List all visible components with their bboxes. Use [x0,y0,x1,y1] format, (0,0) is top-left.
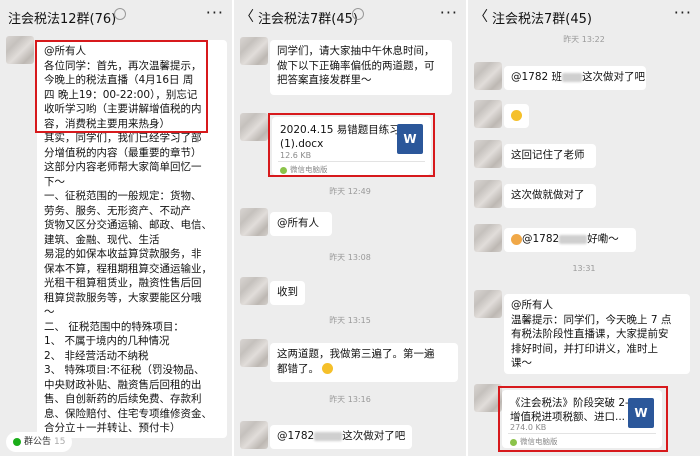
avatar[interactable] [240,37,268,65]
message-text: @1782 好嘞～ [511,232,629,247]
timestamp: 13:31 [572,264,596,273]
redacted-name [562,72,583,82]
message-line: 排好时间，并打印讲义，准时上 [511,342,658,355]
chat-panel-1: 注会税法12群(76) ··· @所有人 各位同学：首先，再次温馨提示， 今晚上… [0,0,232,456]
chat-title: 注会税法7群(45) [258,12,358,27]
message-line: 课～ [511,357,532,369]
message-line: 同学们，请大家抽中午休息时间， [277,45,435,57]
message-line: 做下以下正确率偏低的两道题，可 [277,59,435,72]
message-text: 这回记住了老师 [511,149,585,161]
message-line: 租算贷款服务等，大家要能区分哦 [44,291,202,304]
message-line: 易混的如保本收益算贷款服务，非 [44,248,202,260]
chat-header: 注会税法12群(76) ··· [0,0,232,30]
message-line: 这部分内容老师帮大家简单回忆一 [44,161,202,173]
timestamp: 昨天 13:16 [329,395,371,404]
message-bubble[interactable]: 收到 [270,281,305,305]
message-text: 收到 [277,286,298,298]
message-line: 3、 特殊项目:不征税（罚没物品、 [44,364,205,376]
message-text: @1782 班这次做对了吧 [511,71,646,83]
notice-count: 15 [54,437,66,447]
chat-title: 注会税法7群(45) [492,12,592,27]
avatar[interactable] [474,290,502,318]
message-line: 光租干租算租赁业，融资性售后回 [44,277,202,289]
more-options-icon[interactable]: ··· [206,3,224,22]
mute-icon [352,8,364,20]
message-line: 建筑、金融、现代、生活 [44,233,160,246]
chat-header: 〈 注会税法7群(45) ··· [234,0,466,30]
message-bubble[interactable]: @所有人 温馨提示：同学们，今天晚上 7 点 有税法阶段性直播课，大家提前安 排… [504,294,690,374]
avatar[interactable] [474,62,502,90]
smile-emoji-icon [511,109,522,121]
avatar[interactable] [240,208,268,236]
more-options-icon[interactable]: ··· [674,3,692,22]
mute-icon [114,8,126,20]
message-line: 保本不算，程租期租算交通运输业， [44,262,212,275]
group-notice-bar[interactable]: 群公告 15 [6,432,73,452]
timestamp: 昨天 13:08 [329,253,371,262]
highlight-box [498,386,668,452]
avatar[interactable] [474,224,502,252]
message-line: 都错了。 [277,362,451,377]
highlight-box [35,40,208,133]
timestamp: 昨天 12:49 [329,187,371,196]
message-text: @所有人 [277,217,319,229]
message-line: 2、 非经营活动不纳税 [44,349,149,362]
bunny-emoji-icon [511,233,522,245]
timestamp: 昨天 13:15 [329,316,371,325]
chat-panel-2: 〈 注会税法7群(45) ··· 同学们，请大家抽中午休息时间， 做下以下正确率… [234,0,466,456]
message-line: 有税法阶段性直播课，大家提前安 [511,328,669,340]
group-notice-label: 群公告 [24,437,52,447]
laugh-emoji-icon [322,363,334,374]
message-line: 息、保险赔付、住宅专项维修资金、 [44,407,212,420]
message-line: @所有人 [511,299,553,311]
chat-header: 〈 注会税法7群(45) ··· [468,0,700,30]
message-line: 其实，同学们，我们已经学习了部 [44,132,202,144]
back-arrow-icon[interactable]: 〈 [474,6,488,26]
message-line: 中央财政补贴、融资售后回租的出 [44,378,202,391]
message-bubble[interactable]: @1782 班这次做对了吧 [504,66,646,90]
message-bubble[interactable]: @所有人 [270,212,332,236]
message-line: 一、征税范围的一般规定：货物、 [44,190,202,202]
message-bubble[interactable]: @1782 好嘞～ [504,228,636,252]
avatar[interactable] [240,339,268,367]
message-line: ～ [44,306,55,318]
avatar[interactable] [474,180,502,208]
message-line: 二、 征税范围中的特殊项目： [44,320,184,333]
chat-panel-3: 〈 注会税法7群(45) ··· 昨天 13:22 @1782 班这次做对了吧 … [468,0,700,456]
notice-icon [13,437,21,446]
message-bubble[interactable]: 这次做就做对了 [504,184,596,208]
message-line: 劳务、服务、无形资产、不动产 [44,204,191,217]
message-line: 1、 不属于境内的几种情况 [44,335,170,347]
avatar[interactable] [240,113,268,141]
message-line: 把答案直接发群里～ [277,74,372,86]
message-line: 下～ [44,175,65,188]
message-text: 这次做就做对了 [511,189,585,201]
message-bubble[interactable]: 这两道题，我做第三遍了。第一遍 都错了。 [270,343,458,382]
back-arrow-icon[interactable]: 〈 [240,6,254,26]
message-bubble[interactable]: 同学们，请大家抽中午休息时间， 做下以下正确率偏低的两道题，可 把答案直接发群里… [270,40,452,95]
message-line: 这两道题，我做第三遍了。第一遍 [277,348,435,360]
avatar[interactable] [474,100,502,128]
redacted-name [559,234,588,244]
avatar[interactable] [474,140,502,168]
message-line: 温馨提示：同学们，今天晚上 7 点 [511,313,672,326]
avatar[interactable] [240,277,268,305]
more-options-icon[interactable]: ··· [440,3,458,22]
message-bubble[interactable]: 这回记住了老师 [504,144,596,168]
redacted-name [314,431,343,441]
highlight-box [268,113,435,177]
message-bubble[interactable]: @1782 这次做对了吧 [270,425,412,449]
timestamp: 昨天 13:22 [563,35,605,44]
chat-title: 注会税法12群(76) [8,12,117,27]
avatar[interactable] [240,421,268,449]
message-line: 合分立＋一并转让、预付卡） [44,422,181,434]
message-text: @1782 这次做对了吧 [277,430,406,442]
message-bubble[interactable] [504,104,529,128]
message-line: 分增值税的内容（最重要的章节） [44,146,202,159]
message-line: 货物又区分交通运输、邮政、电信、 [44,219,212,231]
avatar[interactable] [6,36,34,64]
message-line: 售、自创新药的后续免费、存款利 [44,393,202,405]
